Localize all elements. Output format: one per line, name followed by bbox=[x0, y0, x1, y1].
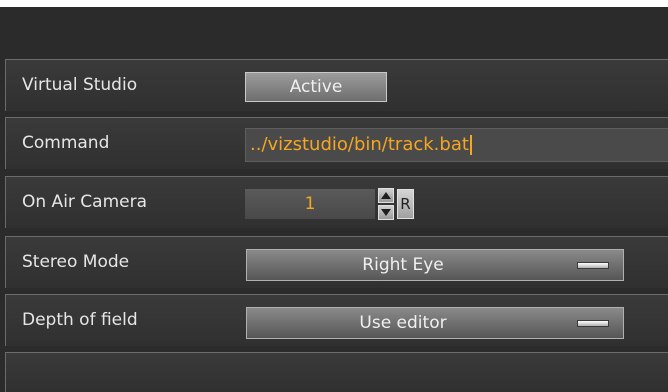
settings-panel: Virtual Studio Active Command ../vizstud… bbox=[0, 0, 668, 392]
camera-stepper bbox=[378, 188, 394, 220]
command-label: Command bbox=[22, 133, 110, 153]
row-empty bbox=[5, 352, 668, 392]
stepper-up-button[interactable] bbox=[378, 188, 394, 203]
row-stereo-mode: Stereo Mode Right Eye bbox=[5, 236, 668, 288]
dropdown-bar-icon bbox=[577, 320, 609, 327]
row-virtual-studio: Virtual Studio Active bbox=[5, 59, 668, 111]
row-command: Command ../vizstudio/bin/track.bat bbox=[5, 117, 668, 169]
command-field[interactable]: ../vizstudio/bin/track.bat bbox=[245, 128, 668, 162]
text-caret bbox=[469, 135, 472, 155]
active-button[interactable]: Active bbox=[245, 72, 387, 102]
depth-of-field-dropdown[interactable]: Use editor bbox=[246, 307, 624, 339]
triangle-down-icon bbox=[381, 209, 391, 216]
dropdown-bar-icon bbox=[577, 262, 609, 269]
virtual-studio-label: Virtual Studio bbox=[22, 75, 138, 95]
stepper-down-button[interactable] bbox=[378, 205, 394, 220]
top-border bbox=[0, 0, 668, 7]
row-on-air-camera: On Air Camera 1 R bbox=[5, 176, 668, 228]
row-depth-of-field: Depth of field Use editor bbox=[5, 294, 668, 346]
triangle-up-icon bbox=[381, 192, 391, 199]
depth-of-field-label: Depth of field bbox=[22, 310, 138, 330]
reset-button[interactable]: R bbox=[397, 189, 414, 219]
camera-number-field[interactable]: 1 bbox=[245, 189, 375, 219]
command-value: ../vizstudio/bin/track.bat bbox=[250, 134, 469, 155]
stereo-mode-label: Stereo Mode bbox=[22, 252, 130, 272]
stereo-mode-dropdown[interactable]: Right Eye bbox=[246, 249, 624, 281]
on-air-camera-label: On Air Camera bbox=[22, 192, 148, 212]
depth-of-field-value: Use editor bbox=[359, 313, 447, 333]
stereo-mode-value: Right Eye bbox=[362, 255, 444, 275]
